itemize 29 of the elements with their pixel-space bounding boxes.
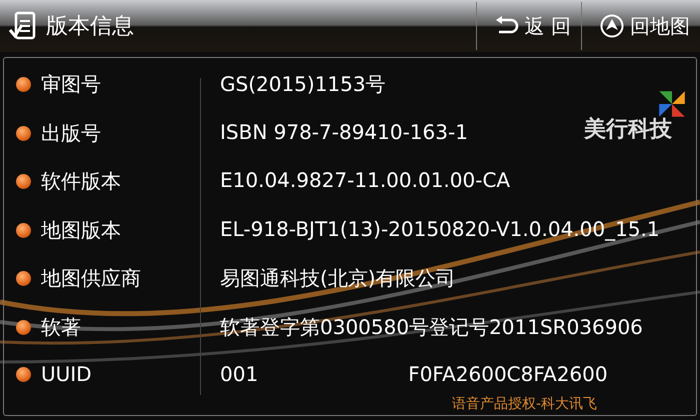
info-label: 地图供应商 [41,265,141,292]
info-value: ISBN 978-7-89410-163-1 [220,120,468,144]
info-label: 地图版本 [41,216,121,244]
window-title: 版本信息 [46,13,134,41]
info-label: UUID [41,362,92,386]
document-check-icon [8,11,38,41]
info-label: 出版号 [41,120,101,146]
map-button[interactable]: 回地图 [582,2,700,50]
bullet-icon [16,126,31,140]
info-value: 易图通科技(北京)有限公司 [220,265,456,292]
bullet-icon [16,174,31,189]
footer-note: 语音产品授权-科大讯飞 [452,396,598,412]
bullet-icon [16,366,31,382]
bullet-icon [16,320,31,334]
info-label: 软著 [41,314,81,340]
bullet-icon [16,222,31,238]
info-value: 001 [220,362,258,386]
info-value: F0FA2600C8FA2600 [408,362,608,386]
info-value: 软著登字第0300580号登记号2011SR036906 [220,314,643,340]
back-button[interactable]: 返 回 [476,2,581,50]
info-value: E10.04.9827-11.00.01.00-CA [220,168,510,192]
bullet-icon [16,77,31,92]
brand-logo-text: 美行科技 [584,116,672,144]
info-label: 软件版本 [41,168,121,195]
bullet-icon [16,271,31,286]
info-value: GS(2015)1153号 [220,71,386,98]
info-value: EL-918-BJT1(13)-20150820-V1.0.04.00_15.1 [220,216,660,240]
info-label: 审图号 [41,71,101,98]
return-arrow-icon [494,16,519,36]
